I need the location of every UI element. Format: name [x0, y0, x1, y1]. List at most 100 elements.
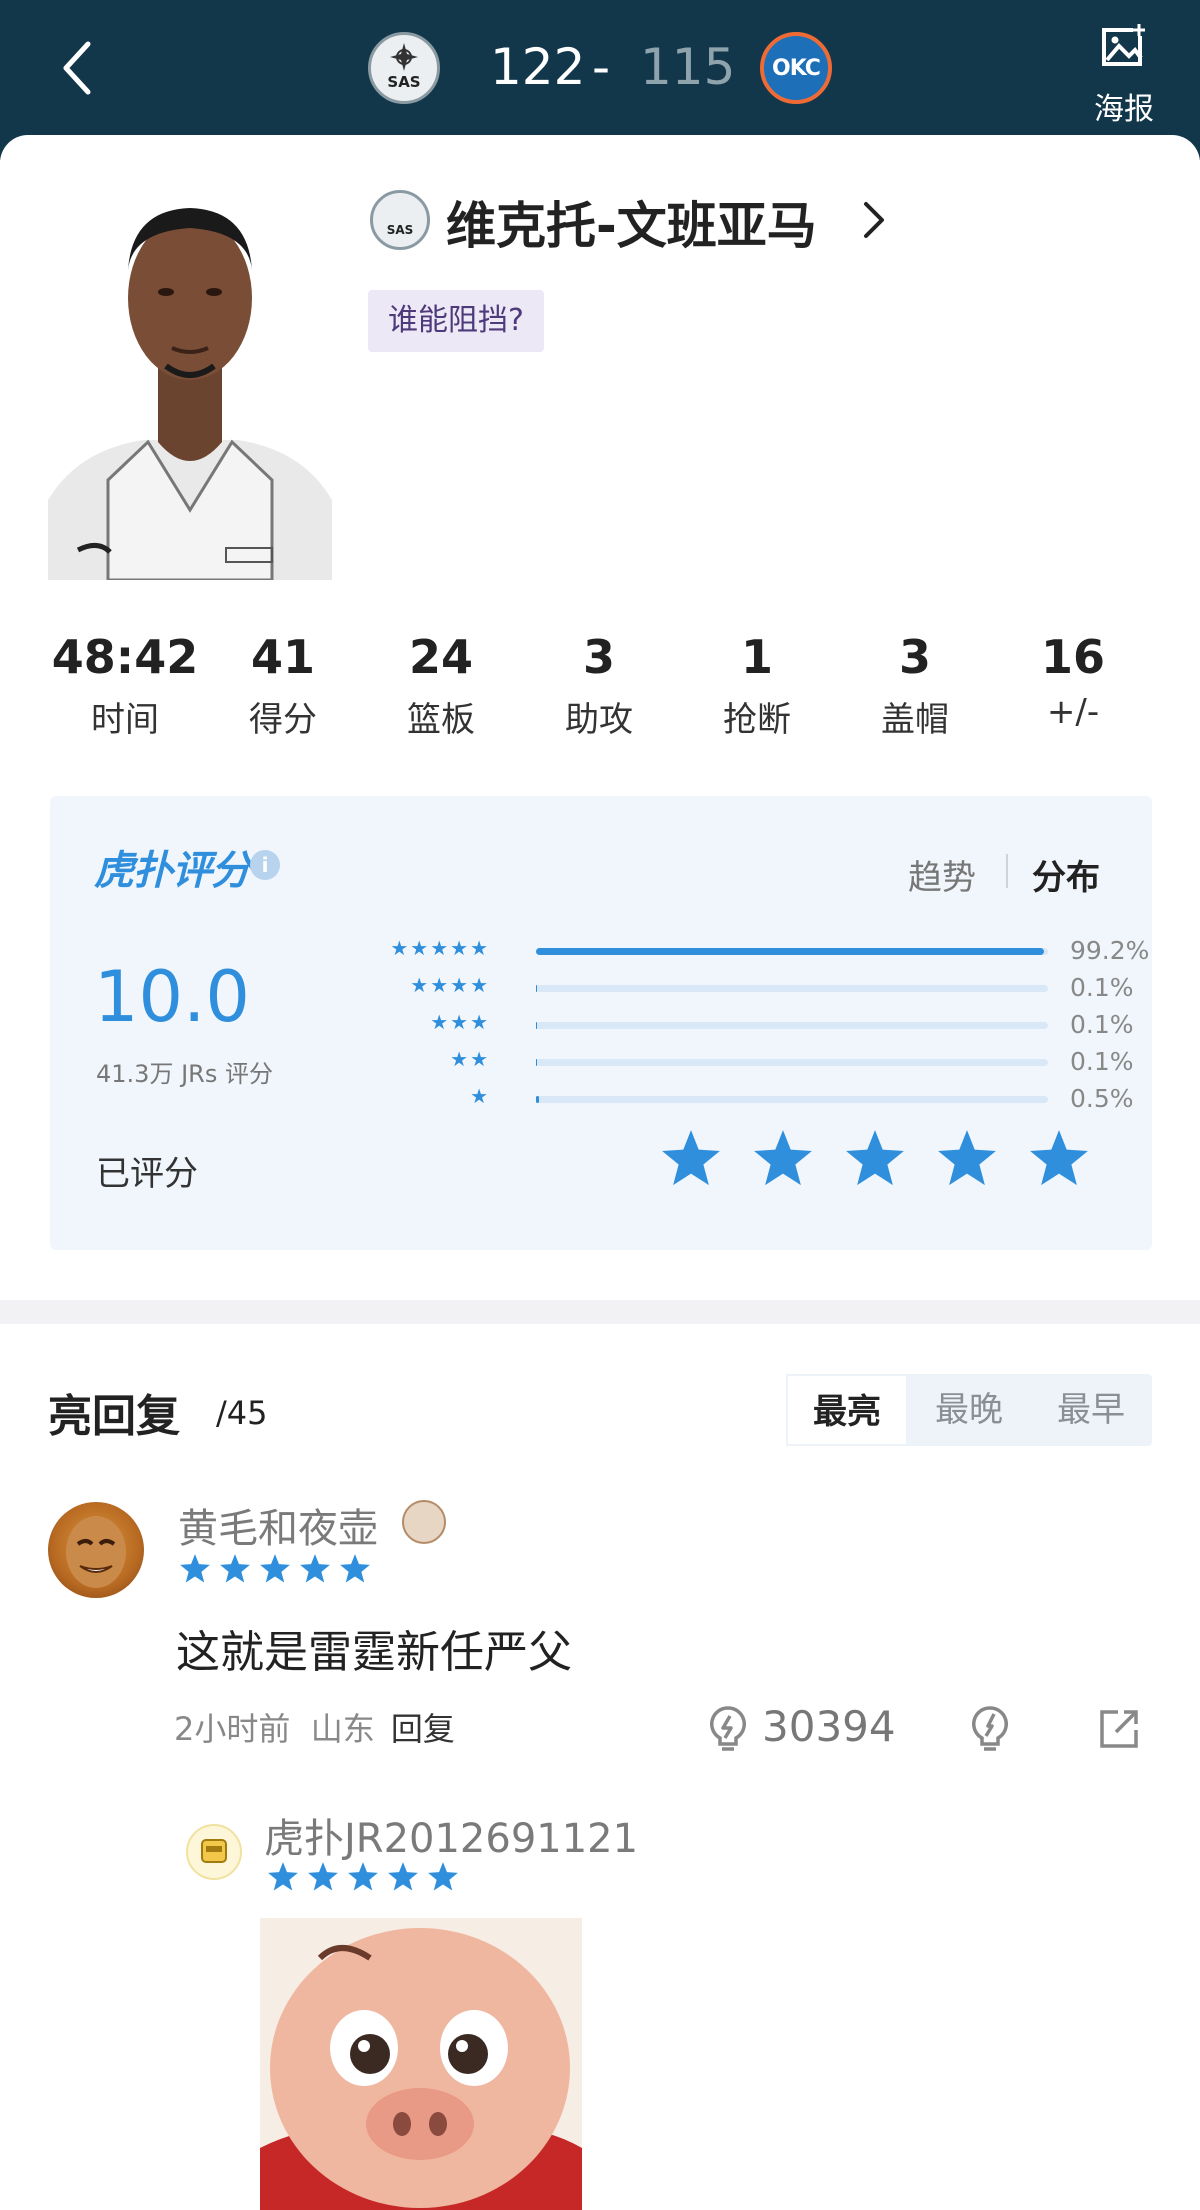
stat-label: 抢断 — [723, 700, 791, 740]
away-team-logo[interactable]: OKC — [760, 32, 832, 104]
player-team-logo: SAS — [370, 190, 430, 250]
rating-star-5[interactable] — [1026, 1126, 1092, 1192]
star-icon — [348, 1862, 378, 1891]
distribution-stars: ★ — [470, 1084, 490, 1108]
distribution-percent: 0.5% — [1070, 1084, 1134, 1113]
rating-star-2[interactable] — [750, 1126, 816, 1192]
stat-assists: 3 助攻 — [520, 630, 678, 741]
rating-star-3[interactable] — [842, 1126, 908, 1192]
home-score: 122 — [490, 38, 586, 96]
rating-star-4[interactable] — [934, 1126, 1000, 1192]
player-tag[interactable]: 谁能阻挡? — [368, 290, 544, 352]
distribution-stars: ★★★ — [430, 1010, 490, 1034]
tab-divider — [1006, 854, 1008, 888]
tab-trend[interactable]: 趋势 — [908, 850, 976, 899]
stat-label: 助攻 — [565, 700, 633, 740]
distribution-row-1: ★ 0.5% — [300, 1084, 1160, 1114]
stat-value: 3 — [898, 630, 931, 684]
sort-tabs: 最亮 最晚 最早 — [786, 1374, 1152, 1446]
sort-tab-latest[interactable]: 最晚 — [908, 1374, 1030, 1446]
comment-username[interactable]: 黄毛和夜壶 — [178, 1496, 378, 1554]
rating-star-1[interactable] — [658, 1126, 724, 1192]
comment-image[interactable] — [260, 1918, 582, 2210]
star-icon — [268, 1862, 298, 1891]
poster-button[interactable]: 海报 — [1084, 22, 1164, 127]
star-icon — [938, 1130, 996, 1186]
stat-value: 1 — [740, 630, 773, 684]
spurs-icon — [390, 43, 418, 71]
tab-distribution[interactable]: 分布 — [1032, 850, 1100, 899]
back-icon[interactable] — [52, 36, 108, 100]
distribution-bar-fill — [536, 985, 537, 992]
stat-steals: 1 抢断 — [678, 630, 836, 741]
distribution-bar-fill — [536, 1096, 539, 1103]
chevron-right-icon[interactable] — [858, 198, 888, 242]
rating-brand: 虎扑评分® — [94, 838, 268, 896]
my-rating-stars — [658, 1126, 1118, 1202]
distribution-bar-track — [536, 1022, 1048, 1029]
distribution-stars: ★★ — [450, 1047, 490, 1071]
distribution-percent: 99.2% — [1070, 936, 1150, 965]
star-icon — [340, 1554, 370, 1583]
stat-value: 24 — [408, 630, 473, 684]
sort-tab-brightest[interactable]: 最亮 — [786, 1374, 908, 1446]
sort-tab-earliest[interactable]: 最早 — [1030, 1374, 1152, 1446]
distribution-row-5: ★★★★★ 99.2% — [300, 936, 1160, 966]
light-down-icon[interactable] — [968, 1704, 1012, 1752]
distribution-percent: 0.1% — [1070, 1047, 1134, 1076]
star-icon — [1030, 1130, 1088, 1186]
distribution-bar-track — [536, 948, 1048, 955]
distribution-bar-track — [536, 985, 1048, 992]
distribution-percent: 0.1% — [1070, 1010, 1134, 1039]
stat-blocks: 3 盖帽 — [836, 630, 994, 741]
comment-meta: 2小时前 山东 回复 — [174, 1704, 455, 1750]
info-icon[interactable]: i — [250, 850, 280, 880]
home-team-abbr: SAS — [387, 73, 421, 91]
poster-label: 海报 — [1094, 92, 1154, 127]
reply-button[interactable]: 回复 — [391, 1710, 455, 1748]
player-team-abbr: SAS — [386, 223, 414, 237]
rating-brand-text: 虎扑评分 — [94, 848, 251, 894]
player-photo — [48, 180, 332, 580]
rating-panel: 虎扑评分® i 趋势 分布 10.0 41.3万 JRs 评分 已评分 ★★★★… — [50, 796, 1152, 1250]
replies-count: /45 — [216, 1394, 268, 1432]
stat-rebounds: 24 篮板 — [362, 630, 520, 741]
comment-rating-stars — [266, 1860, 466, 1898]
stats-row: 48:42 时间 41 得分 24 篮板 3 助攻 1 抢断 3 盖帽 16 +… — [46, 630, 1156, 750]
distribution-bar-track — [536, 1096, 1048, 1103]
distribution-stars: ★★★★ — [410, 973, 490, 997]
stat-label: 得分 — [249, 700, 317, 740]
stat-value: 41 — [250, 630, 315, 684]
stat-label: 时间 — [91, 700, 159, 740]
distribution-row-2: ★★ 0.1% — [300, 1047, 1160, 1077]
light-up-icon[interactable] — [706, 1704, 750, 1752]
star-icon — [300, 1554, 330, 1583]
distribution-bar-track — [536, 1059, 1048, 1066]
distribution-row-4: ★★★★ 0.1% — [300, 973, 1160, 1003]
comment-time: 2小时前 — [174, 1710, 291, 1748]
like-count: 30394 — [762, 1702, 896, 1751]
comment-text: 这就是雷霆新任严父 — [176, 1627, 572, 1678]
image-icon — [1102, 24, 1145, 66]
avatar[interactable] — [48, 1502, 144, 1598]
star-icon — [308, 1862, 338, 1891]
user-badge-icon — [402, 1500, 446, 1544]
star-icon — [388, 1862, 418, 1891]
rated-label: 已评分 — [96, 1154, 198, 1194]
stat-plus-minus: 16 +/- — [994, 630, 1152, 732]
distribution-percent: 0.1% — [1070, 973, 1134, 1002]
home-team-logo[interactable]: SAS — [368, 32, 440, 104]
player-name[interactable]: 维克托-文班亚马 — [446, 186, 817, 258]
avatar[interactable] — [186, 1824, 242, 1880]
comment-username[interactable]: 虎扑JR2012691121 — [264, 1806, 638, 1864]
distribution-bar-fill — [536, 948, 1044, 955]
share-icon[interactable] — [1096, 1706, 1142, 1752]
star-icon — [662, 1130, 720, 1186]
comment-location: 山东 — [310, 1710, 375, 1748]
stat-minutes: 48:42 时间 — [46, 630, 204, 741]
stat-value: 48:42 — [51, 630, 199, 684]
distribution-bar-fill — [536, 1022, 537, 1029]
stat-points: 41 得分 — [204, 630, 362, 741]
star-icon — [180, 1554, 210, 1583]
stat-value: 16 — [1040, 630, 1105, 684]
